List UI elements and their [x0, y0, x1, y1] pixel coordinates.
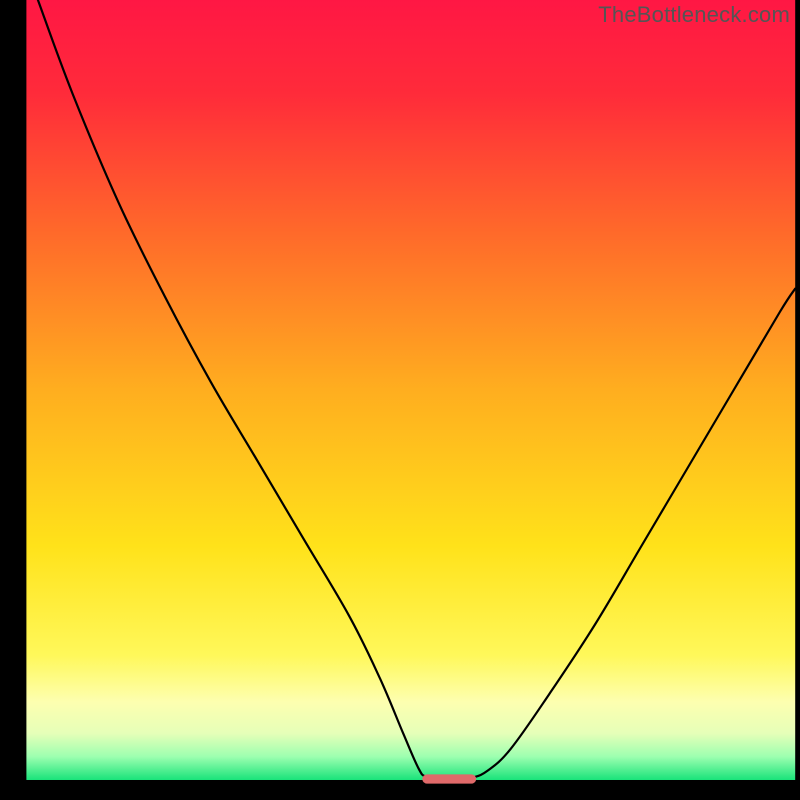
plot-background: [26, 0, 795, 780]
watermark-text: TheBottleneck.com: [598, 2, 790, 28]
optimal-marker: [422, 774, 476, 783]
chart-frame: TheBottleneck.com: [0, 0, 800, 800]
bottleneck-chart: [0, 0, 800, 800]
